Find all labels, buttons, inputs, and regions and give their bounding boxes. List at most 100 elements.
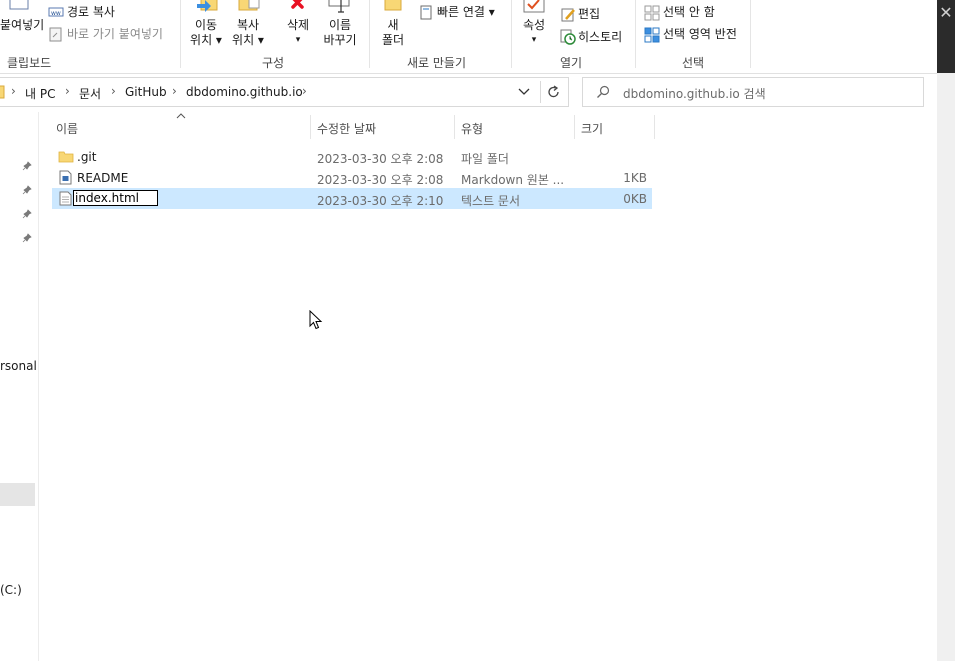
paste-button[interactable]: 붙여넣기 (0, 18, 44, 32)
file-type: Markdown 원본 ... (461, 173, 565, 187)
properties-icon (523, 0, 545, 13)
new-folder-label: 새 (387, 18, 399, 32)
file-size: 0KB (623, 192, 647, 206)
new-folder-button[interactable]: 새 폴더 (377, 18, 409, 47)
chevron-down-icon[interactable] (518, 87, 530, 97)
rename-button[interactable]: 이름 바꾸기 (318, 18, 362, 47)
invert-selection-button[interactable]: 선택 영역 반전 (663, 27, 737, 41)
nav-item-local-disk[interactable]: (C:) (0, 583, 22, 597)
paste-shortcut-icon (49, 27, 62, 42)
select-none-button[interactable]: 선택 안 함 (663, 5, 715, 19)
mouse-cursor-icon (309, 310, 323, 330)
refresh-icon[interactable] (547, 85, 561, 99)
ribbon-separator (180, 0, 181, 68)
column-divider[interactable] (654, 115, 655, 139)
history-button[interactable]: 히스토리 (578, 30, 622, 44)
breadcrumb-this-pc[interactable]: 내 PC (25, 85, 55, 102)
copy-to-label: 복사 (236, 18, 260, 32)
ribbon-separator (369, 0, 370, 68)
column-header-type[interactable]: 유형 (461, 120, 483, 137)
ribbon-separator (635, 0, 636, 68)
search-icon (597, 85, 610, 98)
easy-access-icon (420, 5, 432, 20)
invert-selection-icon (644, 27, 660, 43)
nav-item-selected[interactable] (0, 483, 35, 506)
column-header-date[interactable]: 수정한 날짜 (317, 120, 376, 137)
file-name: README (77, 171, 129, 185)
delete-label: 삭제 (286, 18, 310, 32)
ribbon-separator (750, 0, 751, 68)
column-divider[interactable] (310, 115, 311, 139)
move-to-icon (197, 0, 218, 12)
properties-button[interactable]: 속성 ▾ (518, 18, 550, 47)
breadcrumb-github[interactable]: GitHub (125, 85, 167, 99)
file-date: 2023-03-30 오후 2:08 (317, 152, 444, 166)
chevron-right-icon: › (11, 84, 16, 98)
search-placeholder: dbdomino.github.io 검색 (623, 87, 766, 101)
copy-to-button[interactable]: 복사 위치 ▾ (228, 18, 268, 47)
new-group-label: 새로 만들기 (407, 56, 467, 70)
file-row-selected[interactable]: index.html 2023-03-30 오후 2:10 텍스트 문서 0KB (52, 188, 652, 209)
breadcrumb-repo[interactable]: dbdomino.github.io (186, 85, 303, 99)
move-to-dropdown-label: 위치 ▾ (190, 33, 222, 47)
select-group-label: 선택 (682, 56, 705, 70)
edit-button[interactable]: 편집 (578, 7, 600, 21)
paste-shortcut-button: 바로 가기 붙여넣기 (67, 27, 163, 41)
select-none-icon (644, 5, 660, 21)
svg-text:ww: ww (51, 10, 61, 17)
file-date: 2023-03-30 오후 2:10 (317, 194, 444, 208)
pin-icon[interactable] (22, 185, 32, 195)
rename-input[interactable]: index.html (73, 190, 158, 206)
pin-icon[interactable] (22, 161, 32, 171)
column-header-size[interactable]: 크기 (581, 120, 603, 137)
address-divider (540, 81, 541, 103)
delete-button[interactable]: 삭제 ▾ (282, 18, 314, 47)
file-row[interactable]: .git 2023-03-30 오후 2:08 파일 폴더 (52, 146, 652, 167)
file-date: 2023-03-30 오후 2:08 (317, 173, 444, 187)
column-header-name[interactable]: 이름 (56, 120, 78, 137)
copy-to-dropdown-label: 위치 ▾ (232, 33, 264, 47)
delete-dropdown-arrow: ▾ (295, 35, 301, 45)
navigation-pane: rsonal (C:) (0, 112, 39, 661)
folder-icon (58, 151, 74, 163)
new-folder-label-line2: 폴더 (381, 33, 405, 47)
column-divider[interactable] (574, 115, 575, 139)
rename-label: 이름 (328, 18, 352, 32)
pin-icon[interactable] (22, 233, 32, 243)
edit-icon (561, 8, 575, 22)
pin-icon[interactable] (22, 209, 32, 219)
address-bar[interactable]: › 내 PC › 문서 › GitHub › dbdomino.github.i… (0, 77, 569, 107)
properties-dropdown-arrow: ▾ (531, 35, 537, 45)
rename-icon (328, 0, 350, 13)
properties-label: 속성 (522, 18, 546, 32)
chevron-right-icon[interactable]: › (65, 84, 70, 98)
column-divider[interactable] (454, 115, 455, 139)
file-type: 텍스트 문서 (461, 194, 521, 208)
close-icon[interactable]: ✕ (937, 4, 955, 22)
delete-icon (291, 0, 304, 9)
breadcrumb-documents[interactable]: 문서 (79, 85, 101, 102)
chevron-right-icon[interactable]: › (111, 84, 116, 98)
move-to-button[interactable]: 이동 위치 ▾ (188, 18, 224, 47)
copy-path-button[interactable]: 경로 복사 (67, 5, 115, 19)
clipboard-group-label: 클립보드 (7, 56, 52, 70)
paste-icon (9, 0, 29, 10)
file-row[interactable]: README 2023-03-30 오후 2:08 Markdown 원본 ..… (52, 167, 652, 188)
easy-access-button[interactable]: 빠른 연결 ▾ (437, 5, 495, 19)
history-icon (560, 29, 576, 45)
search-input[interactable]: dbdomino.github.io 검색 (582, 77, 924, 107)
new-folder-icon (384, 0, 402, 11)
chevron-right-icon[interactable]: › (172, 84, 177, 98)
move-to-label: 이동 (194, 18, 218, 32)
file-size: 1KB (623, 171, 647, 185)
ribbon-separator (511, 0, 512, 68)
copy-to-icon (238, 0, 260, 11)
organize-group-label: 구성 (262, 56, 285, 70)
nav-item-personal[interactable]: rsonal (0, 359, 37, 373)
file-type: 파일 폴더 (461, 152, 509, 166)
markdown-file-icon (59, 170, 72, 185)
folder-icon (0, 85, 5, 99)
window-edge (937, 73, 955, 661)
chevron-right-icon[interactable]: › (302, 84, 307, 98)
file-name: .git (77, 150, 97, 164)
